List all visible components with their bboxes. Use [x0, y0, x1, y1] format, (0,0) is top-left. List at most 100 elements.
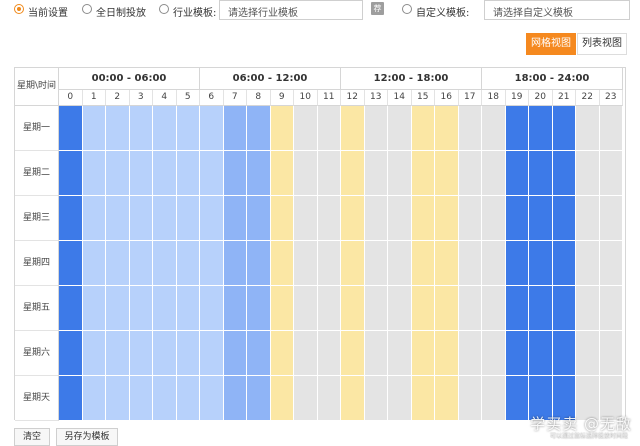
- time-slot-cell[interactable]: [482, 286, 506, 331]
- time-slot-cell[interactable]: [59, 241, 83, 286]
- time-slot-cell[interactable]: [505, 331, 529, 376]
- time-slot-cell[interactable]: [223, 241, 247, 286]
- time-slot-cell[interactable]: [223, 331, 247, 376]
- time-slot-cell[interactable]: [317, 286, 341, 331]
- time-slot-cell[interactable]: [458, 151, 482, 196]
- time-slot-cell[interactable]: [153, 286, 177, 331]
- time-slot-cell[interactable]: [270, 286, 294, 331]
- time-slot-cell[interactable]: [482, 151, 506, 196]
- time-slot-cell[interactable]: [294, 196, 318, 241]
- time-slot-cell[interactable]: [59, 376, 83, 421]
- time-slot-cell[interactable]: [458, 196, 482, 241]
- time-slot-cell[interactable]: [153, 376, 177, 421]
- time-slot-cell[interactable]: [153, 241, 177, 286]
- clear-button[interactable]: 清空: [14, 428, 50, 446]
- grid-view-button[interactable]: 网格视图: [526, 33, 576, 55]
- time-slot-cell[interactable]: [247, 151, 271, 196]
- time-slot-cell[interactable]: [176, 376, 200, 421]
- time-slot-cell[interactable]: [576, 331, 600, 376]
- time-slot-cell[interactable]: [341, 151, 365, 196]
- time-slot-cell[interactable]: [317, 376, 341, 421]
- time-slot-cell[interactable]: [505, 196, 529, 241]
- time-slot-cell[interactable]: [153, 196, 177, 241]
- time-slot-cell[interactable]: [482, 106, 506, 151]
- time-slot-cell[interactable]: [153, 106, 177, 151]
- time-slot-cell[interactable]: [411, 331, 435, 376]
- time-slot-cell[interactable]: [411, 241, 435, 286]
- time-slot-cell[interactable]: [411, 196, 435, 241]
- time-slot-cell[interactable]: [129, 331, 153, 376]
- time-slot-cell[interactable]: [388, 106, 412, 151]
- time-slot-cell[interactable]: [529, 151, 553, 196]
- time-slot-cell[interactable]: [482, 196, 506, 241]
- time-slot-cell[interactable]: [106, 106, 130, 151]
- time-slot-cell[interactable]: [388, 241, 412, 286]
- time-slot-cell[interactable]: [247, 241, 271, 286]
- time-slot-cell[interactable]: [552, 331, 576, 376]
- time-slot-cell[interactable]: [82, 376, 106, 421]
- all-day-radio[interactable]: [82, 4, 92, 14]
- time-slot-cell[interactable]: [482, 241, 506, 286]
- time-slot-cell[interactable]: [364, 106, 388, 151]
- time-slot-cell[interactable]: [552, 106, 576, 151]
- time-slot-cell[interactable]: [505, 376, 529, 421]
- time-slot-cell[interactable]: [435, 106, 459, 151]
- time-slot-cell[interactable]: [82, 331, 106, 376]
- time-slot-cell[interactable]: [176, 241, 200, 286]
- time-slot-cell[interactable]: [294, 331, 318, 376]
- time-slot-cell[interactable]: [458, 286, 482, 331]
- time-slot-cell[interactable]: [552, 241, 576, 286]
- time-slot-cell[interactable]: [270, 196, 294, 241]
- time-slot-cell[interactable]: [411, 376, 435, 421]
- time-slot-cell[interactable]: [176, 106, 200, 151]
- industry-template-select[interactable]: 请选择行业模板: [219, 0, 363, 20]
- time-slot-cell[interactable]: [599, 106, 623, 151]
- time-slot-cell[interactable]: [529, 241, 553, 286]
- time-slot-cell[interactable]: [599, 196, 623, 241]
- time-slot-cell[interactable]: [341, 376, 365, 421]
- time-slot-cell[interactable]: [364, 376, 388, 421]
- time-slot-cell[interactable]: [223, 286, 247, 331]
- current-settings-radio[interactable]: [14, 4, 24, 14]
- time-slot-cell[interactable]: [411, 106, 435, 151]
- time-slot-cell[interactable]: [529, 106, 553, 151]
- time-slot-cell[interactable]: [294, 376, 318, 421]
- time-slot-cell[interactable]: [106, 331, 130, 376]
- time-slot-cell[interactable]: [82, 151, 106, 196]
- time-slot-cell[interactable]: [106, 151, 130, 196]
- time-slot-cell[interactable]: [270, 241, 294, 286]
- time-slot-cell[interactable]: [153, 331, 177, 376]
- time-slot-cell[interactable]: [317, 331, 341, 376]
- time-slot-cell[interactable]: [176, 286, 200, 331]
- time-slot-cell[interactable]: [482, 376, 506, 421]
- time-slot-cell[interactable]: [247, 331, 271, 376]
- time-slot-cell[interactable]: [576, 241, 600, 286]
- time-slot-cell[interactable]: [200, 151, 224, 196]
- custom-template-radio[interactable]: [402, 4, 412, 14]
- time-slot-cell[interactable]: [129, 376, 153, 421]
- time-slot-cell[interactable]: [106, 196, 130, 241]
- time-slot-cell[interactable]: [200, 106, 224, 151]
- time-slot-cell[interactable]: [247, 106, 271, 151]
- time-slot-cell[interactable]: [576, 151, 600, 196]
- time-slot-cell[interactable]: [388, 331, 412, 376]
- time-slot-cell[interactable]: [341, 196, 365, 241]
- time-slot-cell[interactable]: [82, 106, 106, 151]
- time-slot-cell[interactable]: [482, 331, 506, 376]
- time-slot-cell[interactable]: [200, 376, 224, 421]
- time-slot-cell[interactable]: [294, 106, 318, 151]
- time-slot-cell[interactable]: [200, 241, 224, 286]
- time-slot-cell[interactable]: [388, 376, 412, 421]
- time-slot-cell[interactable]: [317, 106, 341, 151]
- time-slot-cell[interactable]: [435, 241, 459, 286]
- time-slot-cell[interactable]: [529, 331, 553, 376]
- time-slot-cell[interactable]: [435, 331, 459, 376]
- time-slot-cell[interactable]: [176, 331, 200, 376]
- time-slot-cell[interactable]: [247, 286, 271, 331]
- time-slot-cell[interactable]: [364, 286, 388, 331]
- time-slot-cell[interactable]: [458, 106, 482, 151]
- time-slot-cell[interactable]: [317, 151, 341, 196]
- time-slot-cell[interactable]: [223, 151, 247, 196]
- time-slot-cell[interactable]: [458, 376, 482, 421]
- time-slot-cell[interactable]: [82, 286, 106, 331]
